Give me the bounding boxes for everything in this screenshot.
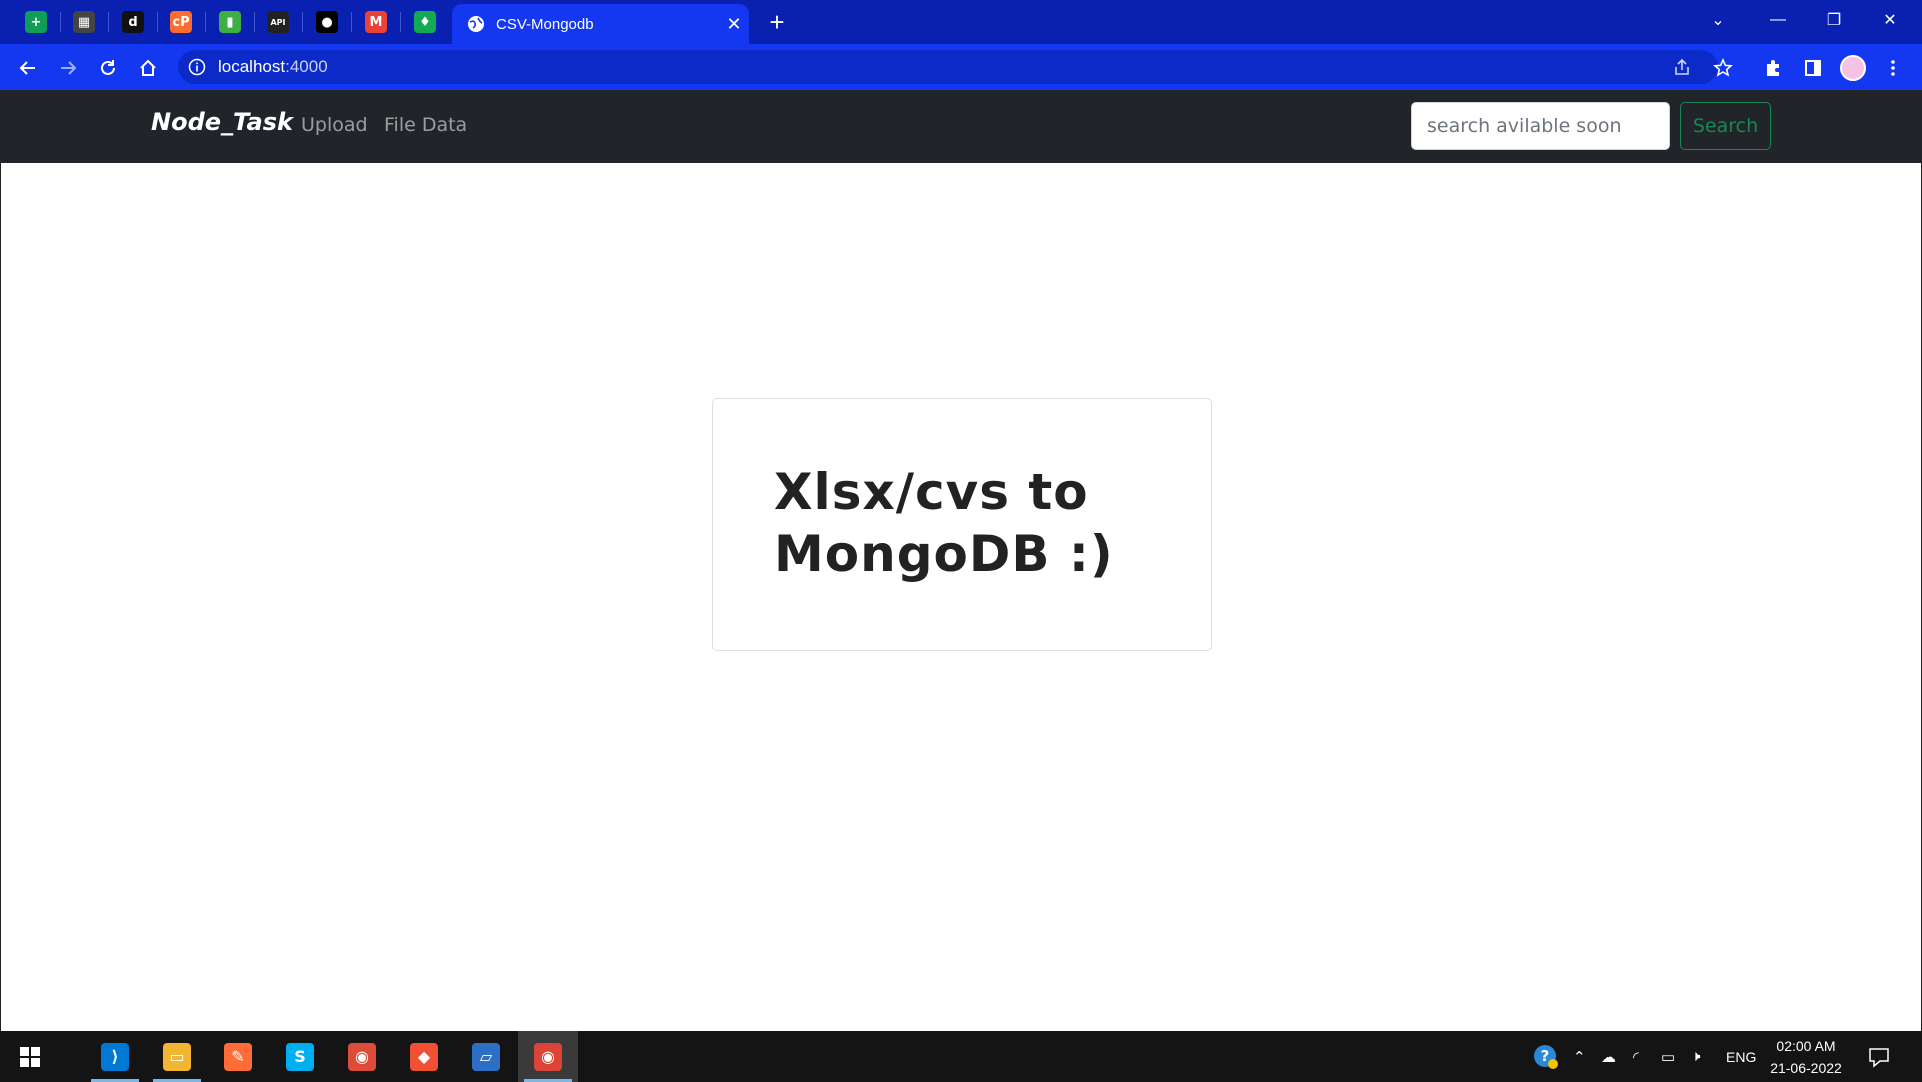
clock-date: 21-06-2022 xyxy=(1770,1060,1842,1076)
qr-grid-icon: ▦ xyxy=(73,11,95,33)
skype-icon: S xyxy=(286,1042,314,1071)
home-button[interactable] xyxy=(132,52,164,84)
google-sheets-icon: + xyxy=(25,11,47,33)
start-button[interactable] xyxy=(0,1031,60,1082)
bookmark-button[interactable] xyxy=(1707,52,1739,84)
navbar-brand[interactable]: Node_Task xyxy=(151,108,293,136)
arrow-right-icon xyxy=(61,61,77,75)
browser-tab-strip: + ▦ d cP ▮ API ● M ♦ CSV-Mongodb ✕ + ⌄ — ❐ ✕ xyxy=(0,0,1922,44)
taskbar-app[interactable]: ▱ xyxy=(456,1031,516,1082)
tab-search-chevron-icon[interactable]: ⌄ xyxy=(1690,0,1746,40)
pinned-tab[interactable]: ▮ xyxy=(206,0,254,44)
battery-icon[interactable]: ▭ xyxy=(1661,1031,1675,1082)
dark-app-icon: d xyxy=(122,11,144,33)
chrome-icon: ◉ xyxy=(348,1042,376,1071)
laptop-app-icon: ▱ xyxy=(472,1042,500,1071)
hero-card: Xlsx/cvs to MongoDB :) xyxy=(712,398,1212,651)
minimize-button[interactable]: — xyxy=(1750,0,1806,40)
taskbar-app[interactable]: ◉ xyxy=(332,1031,392,1082)
notifications-icon[interactable] xyxy=(1868,1031,1890,1082)
page-content: Xlsx/cvs to MongoDB :) xyxy=(0,163,1922,1031)
browser-toolbar: localhost:4000 xyxy=(0,44,1922,90)
cloud-icon[interactable]: ☁ xyxy=(1601,1031,1616,1082)
chevron-up-icon[interactable]: ⌃ xyxy=(1573,1031,1586,1082)
pinned-tab[interactable]: ♦ xyxy=(401,0,449,44)
site-navbar: Node_Task Upload File Data search avilab… xyxy=(0,90,1922,163)
windows-taskbar: ⟩ ▭ ✎ S ◉ ◆ ▱ ◉ ? ⌃ ☁ ◜ ▭ 🕨 ENG 02:00 AM 21-06-… xyxy=(0,1031,1922,1082)
forward-button[interactable] xyxy=(52,52,84,84)
chrome-profile-icon: ◉ xyxy=(534,1042,562,1071)
search-input[interactable]: search avilable soon xyxy=(1411,102,1670,150)
arrow-left-icon xyxy=(19,61,35,75)
taskbar-app[interactable]: S xyxy=(270,1031,330,1082)
side-panel-button[interactable] xyxy=(1797,52,1829,84)
pinned-tab[interactable]: + xyxy=(12,0,60,44)
restore-button[interactable]: ❐ xyxy=(1806,0,1862,40)
url-text: localhost:4000 xyxy=(218,57,328,76)
green-book-icon: ▮ xyxy=(219,11,241,33)
new-tab-button[interactable]: + xyxy=(762,8,792,36)
windows-logo-icon xyxy=(20,1046,40,1067)
reload-icon xyxy=(101,60,115,75)
address-bar[interactable]: localhost:4000 xyxy=(178,50,1718,84)
profile-button[interactable] xyxy=(1837,52,1869,84)
search-placeholder: search avilable soon xyxy=(1427,115,1622,137)
reload-button[interactable] xyxy=(92,52,124,84)
file-explorer-icon: ▭ xyxy=(163,1042,191,1071)
taskbar-app[interactable]: ◉ xyxy=(518,1031,578,1082)
gmail-icon: M xyxy=(365,11,387,33)
home-icon xyxy=(140,59,156,76)
tab-close-icon[interactable]: ✕ xyxy=(719,14,749,35)
side-panel-icon xyxy=(1805,60,1821,76)
pinned-tab[interactable]: M xyxy=(352,0,400,44)
pinned-tab[interactable]: API xyxy=(254,0,302,44)
share-button[interactable] xyxy=(1666,52,1698,84)
cp-logo-icon: cP xyxy=(170,11,192,33)
wifi-icon[interactable]: ◜ xyxy=(1633,1031,1639,1082)
system-clock[interactable]: 02:00 AM 21-06-2022 xyxy=(1760,1035,1852,1079)
svg-text:?: ? xyxy=(1541,1047,1550,1065)
menu-button[interactable] xyxy=(1877,52,1909,84)
close-window-button[interactable]: ✕ xyxy=(1862,0,1918,40)
hero-heading: Xlsx/cvs to MongoDB :) xyxy=(774,463,1114,583)
pinned-tab[interactable]: ● xyxy=(303,0,351,44)
taskbar-app[interactable]: ✎ xyxy=(208,1031,268,1082)
taskbar-app[interactable]: ▭ xyxy=(147,1031,207,1082)
git-icon: ◆ xyxy=(410,1042,438,1071)
help-icon[interactable]: ? xyxy=(1533,1031,1559,1082)
tab-title: CSV-Mongodb xyxy=(496,15,594,33)
vscode-icon: ⟩ xyxy=(101,1042,129,1071)
volume-icon[interactable]: 🕨 xyxy=(1691,1031,1700,1082)
nav-link-upload[interactable]: Upload xyxy=(301,114,368,136)
pinned-tab[interactable]: ▦ xyxy=(60,0,108,44)
active-tab[interactable]: CSV-Mongodb ✕ xyxy=(452,4,749,44)
avatar xyxy=(1840,55,1866,81)
mongodb-leaf-icon: ♦ xyxy=(414,11,436,33)
puzzle-icon xyxy=(1767,60,1779,76)
globe-icon xyxy=(468,16,484,32)
postman-icon: ✎ xyxy=(224,1042,252,1071)
site-info-icon[interactable] xyxy=(188,58,206,76)
search-button[interactable]: Search xyxy=(1680,102,1771,150)
clock-time: 02:00 AM xyxy=(1776,1038,1836,1054)
share-icon xyxy=(1675,58,1689,75)
extensions-button[interactable] xyxy=(1757,52,1789,84)
nav-link-file-data[interactable]: File Data xyxy=(384,114,467,136)
taskbar-app[interactable]: ◆ xyxy=(394,1031,454,1082)
star-icon xyxy=(1713,58,1733,77)
github-icon: ● xyxy=(316,11,338,33)
taskbar-app[interactable]: ⟩ xyxy=(85,1031,145,1082)
pinned-tab[interactable]: cP xyxy=(157,0,205,44)
back-button[interactable] xyxy=(12,52,44,84)
language-indicator[interactable]: ENG xyxy=(1726,1031,1756,1082)
mock-api-icon: API xyxy=(267,11,289,33)
kebab-menu-icon xyxy=(1891,60,1895,76)
pinned-tab[interactable]: d xyxy=(109,0,157,44)
